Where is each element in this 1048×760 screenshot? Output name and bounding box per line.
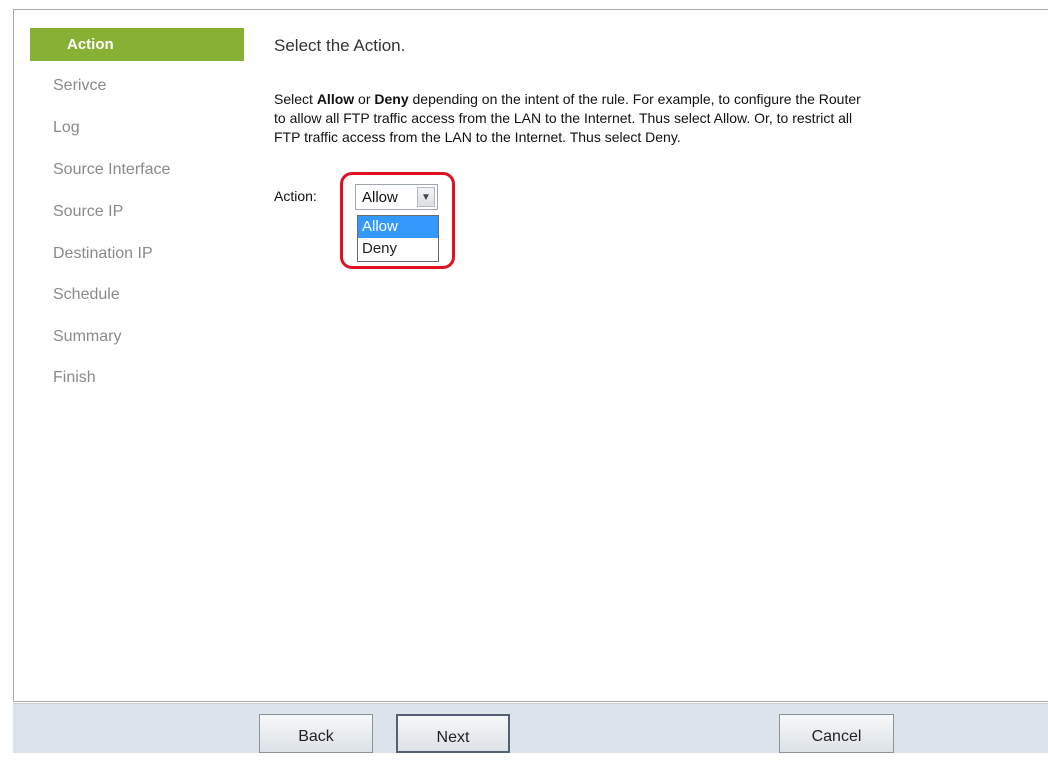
sidebar-item-label: Source Interface bbox=[53, 161, 171, 178]
description-text: Select Allow or Deny depending on the in… bbox=[274, 91, 861, 145]
chevron-down-icon[interactable]: ▼ bbox=[417, 187, 435, 207]
next-button[interactable]: Next bbox=[396, 714, 510, 753]
sidebar-item-label: Log bbox=[53, 119, 80, 136]
sidebar-item-schedule[interactable]: Schedule bbox=[53, 280, 120, 310]
sidebar-item-label: Summary bbox=[53, 328, 122, 345]
sidebar-item-action[interactable]: Action bbox=[30, 28, 244, 61]
cancel-button[interactable]: Cancel bbox=[779, 714, 894, 753]
action-label: Action: bbox=[274, 188, 317, 204]
sidebar-item-label: Schedule bbox=[53, 286, 120, 303]
option-allow[interactable]: Allow bbox=[358, 216, 438, 238]
page-title: Select the Action. bbox=[274, 36, 406, 55]
option-deny[interactable]: Deny bbox=[358, 238, 438, 260]
sidebar-item-label: Serivce bbox=[53, 77, 107, 94]
action-dropdown-list: Allow Deny bbox=[357, 215, 439, 262]
sidebar-item-source-interface[interactable]: Source Interface bbox=[53, 155, 170, 185]
sidebar-item-finish[interactable]: Finish bbox=[53, 363, 96, 393]
sidebar-item-service[interactable]: Serivce bbox=[53, 71, 106, 101]
sidebar-item-label: Finish bbox=[53, 369, 96, 386]
sidebar-item-source-ip[interactable]: Source IP bbox=[53, 197, 123, 227]
sidebar-item-destination-ip[interactable]: Destination IP bbox=[53, 239, 153, 269]
sidebar-item-label: Action bbox=[67, 36, 114, 53]
sidebar-item-summary[interactable]: Summary bbox=[53, 322, 121, 352]
action-select-value: Allow bbox=[362, 189, 398, 206]
action-select[interactable]: Allow ▼ bbox=[355, 184, 438, 210]
back-button[interactable]: Back bbox=[259, 714, 373, 753]
sidebar-item-label: Destination IP bbox=[53, 245, 153, 262]
sidebar-item-log[interactable]: Log bbox=[53, 113, 80, 143]
sidebar-item-label: Source IP bbox=[53, 203, 124, 220]
